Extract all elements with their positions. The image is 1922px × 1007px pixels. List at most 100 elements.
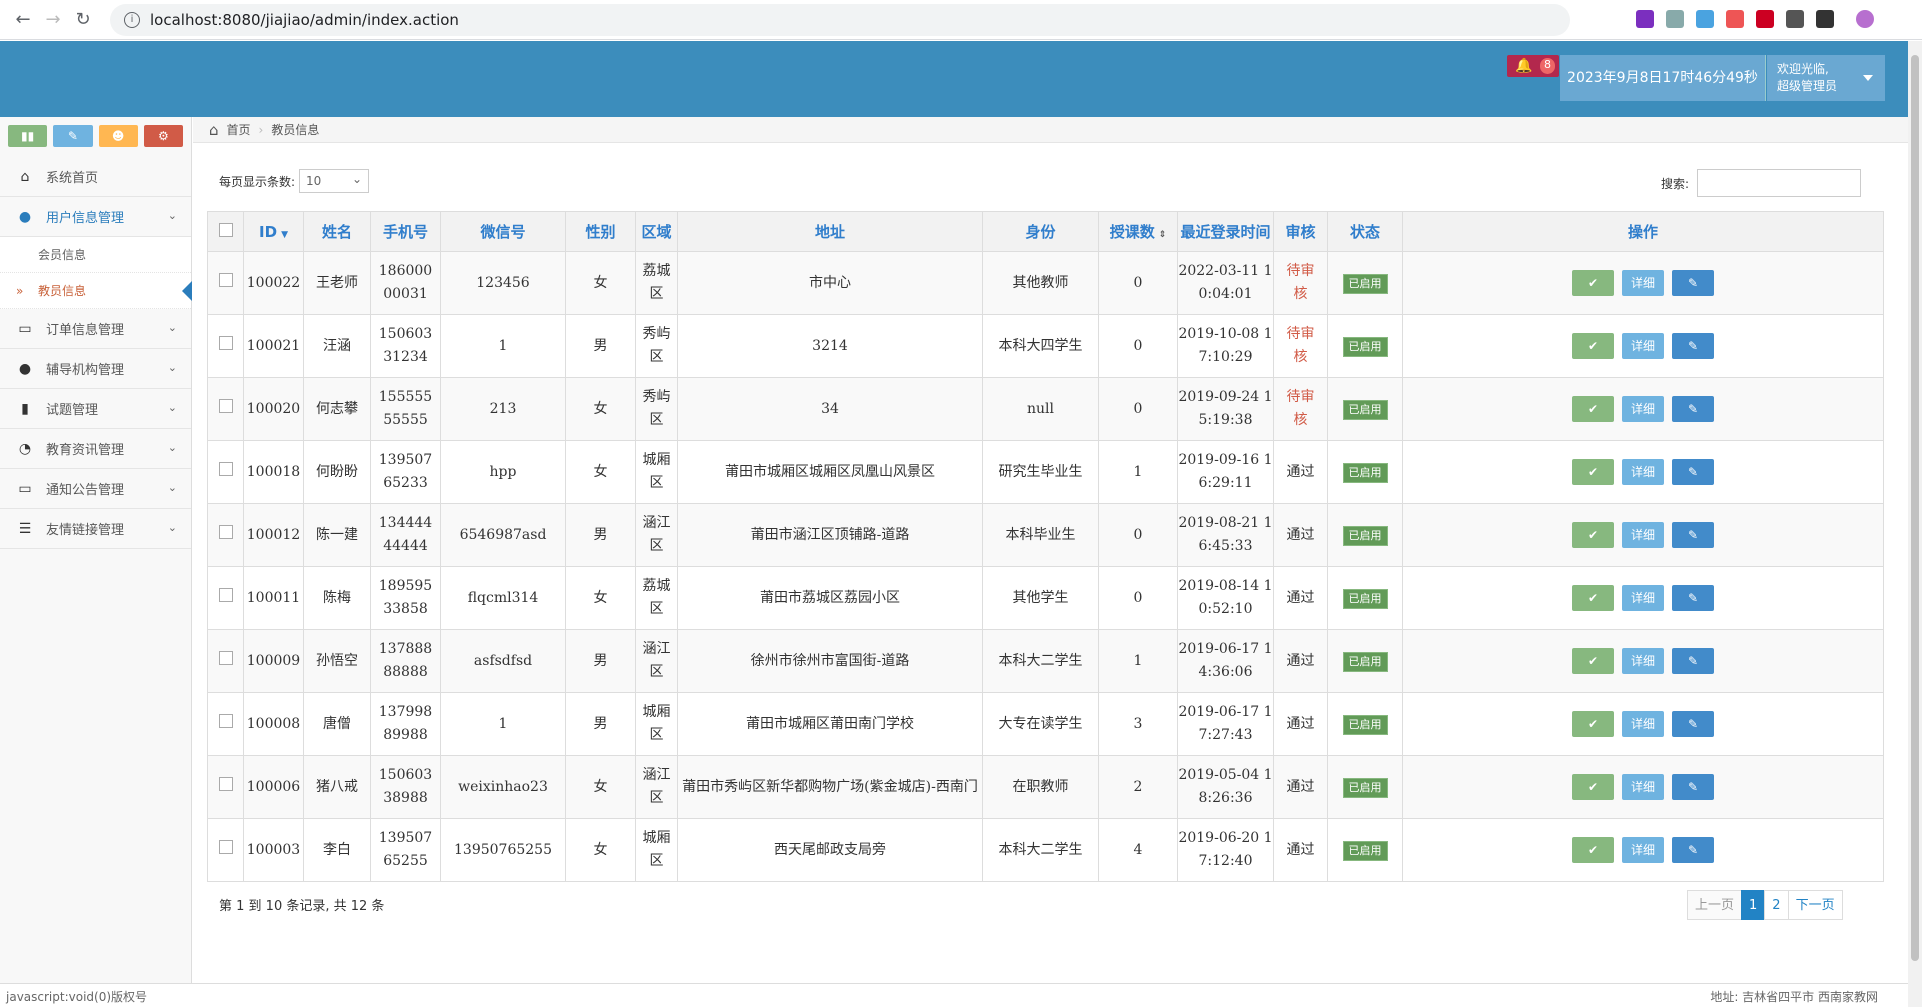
phone-cell: 189595 33858 (370, 566, 441, 630)
approve-button[interactable]: ✔ (1572, 774, 1614, 800)
page-button[interactable]: 1 (1741, 890, 1766, 920)
sidebar-item-questions[interactable]: ▮ 试题管理 ⌄ (0, 389, 191, 429)
row-checkbox[interactable] (218, 272, 233, 287)
extension-icon[interactable] (1666, 10, 1684, 28)
detail-button[interactable]: 详细 (1622, 522, 1664, 548)
reload-icon[interactable]: ↻ (68, 9, 98, 30)
status-cell: 已启用 (1327, 314, 1403, 378)
avatar[interactable] (1856, 10, 1874, 28)
row-checkbox[interactable] (218, 713, 233, 728)
approve-button[interactable]: ✔ (1572, 711, 1614, 737)
edit-button[interactable]: ✎ (1672, 648, 1714, 674)
sidebar-subitem-members[interactable]: 会员信息 (0, 237, 191, 273)
detail-button[interactable]: 详细 (1622, 711, 1664, 737)
column-header[interactable]: 授课数 ⇕ (1098, 211, 1178, 252)
approve-button[interactable]: ✔ (1572, 270, 1614, 296)
detail-button[interactable]: 详细 (1622, 585, 1664, 611)
edit-button[interactable]: ✎ (1672, 270, 1714, 296)
sidebar-item-notices[interactable]: ▭ 通知公告管理 ⌄ (0, 469, 191, 509)
extension-icon[interactable] (1696, 10, 1714, 28)
check-icon: ✔ (1587, 591, 1599, 605)
sidebar-item-news[interactable]: ◔ 教育资讯管理 ⌄ (0, 429, 191, 469)
sidebar-item-orders[interactable]: ▭ 订单信息管理 ⌄ (0, 309, 191, 349)
users-shortcut-button[interactable]: ☻ (98, 125, 138, 147)
address-cell: 徐州市徐州市富国街-道路 (677, 629, 983, 693)
identity-cell: 在职教师 (982, 755, 1099, 819)
address-bar[interactable]: i localhost:8080/jiajiao/admin/index.act… (110, 4, 1570, 36)
gender-cell: 男 (565, 629, 636, 693)
scrollbar-thumb[interactable] (1911, 55, 1919, 961)
page-button[interactable]: 2 (1764, 890, 1789, 920)
edit-button[interactable]: ✎ (1672, 837, 1714, 863)
actions-cell: ✔ 详细 ✎ (1402, 314, 1884, 378)
approve-button[interactable]: ✔ (1572, 522, 1614, 548)
row-checkbox[interactable] (218, 839, 233, 854)
search-input[interactable] (1697, 169, 1861, 197)
detail-button[interactable]: 详细 (1622, 396, 1664, 422)
row-checkbox[interactable] (218, 650, 233, 665)
detail-button[interactable]: 详细 (1622, 270, 1664, 296)
address-cell: 34 (677, 377, 983, 441)
actions-cell: ✔ 详细 ✎ (1402, 503, 1884, 567)
user-menu[interactable]: 欢迎光临, 超级管理员 (1767, 55, 1885, 101)
lessons-cell: 0 (1098, 314, 1178, 378)
extension-icon[interactable] (1756, 10, 1774, 28)
sidebar-item-institutions[interactable]: ● 辅导机构管理 ⌄ (0, 349, 191, 389)
extension-icon[interactable] (1726, 10, 1744, 28)
row-checkbox[interactable] (218, 587, 233, 602)
edit-button[interactable]: ✎ (1672, 774, 1714, 800)
edit-button[interactable]: ✎ (1672, 522, 1714, 548)
sidepanel-icon[interactable] (1816, 10, 1834, 28)
notifications-button[interactable]: 🔔 8 (1507, 55, 1559, 77)
column-header[interactable]: ID ▼ (243, 211, 304, 252)
select-all-checkbox[interactable] (218, 222, 233, 237)
detail-button[interactable]: 详细 (1622, 837, 1664, 863)
row-checkbox[interactable] (218, 776, 233, 791)
info-icon[interactable]: i (124, 12, 140, 28)
search-label: 搜索: (1660, 176, 1689, 191)
edit-button[interactable]: ✎ (1672, 459, 1714, 485)
area-cell: 荔城区 (635, 251, 678, 315)
row-checkbox[interactable] (218, 335, 233, 350)
footer-right: 地址: 吉林省四平市 西南家教网 (1710, 990, 1878, 1004)
row-checkbox[interactable] (218, 398, 233, 413)
sidebar-item-home[interactable]: ⌂ 系统首页 (0, 157, 191, 197)
id-cell: 100021 (243, 314, 304, 378)
sidebar-item-links[interactable]: ☰ 友情链接管理 ⌄ (0, 509, 191, 549)
puzzle-icon[interactable] (1786, 10, 1804, 28)
edit-button[interactable]: ✎ (1672, 585, 1714, 611)
approve-button[interactable]: ✔ (1572, 459, 1614, 485)
status-badge: 已启用 (1342, 273, 1388, 294)
edit-button[interactable]: ✎ (1672, 711, 1714, 737)
status-badge: 已启用 (1342, 399, 1388, 420)
approve-button[interactable]: ✔ (1572, 837, 1614, 863)
sidebar-item-user-info[interactable]: ● 用户信息管理 ⌄ (0, 197, 191, 237)
page-size-select[interactable]: 10 (299, 168, 370, 193)
edit-button[interactable]: ✎ (1672, 396, 1714, 422)
next-page-button[interactable]: 下一页 (1787, 890, 1843, 920)
detail-button[interactable]: 详细 (1622, 459, 1664, 485)
breadcrumb-home[interactable]: 首页 (227, 121, 251, 138)
chart-shortcut-button[interactable]: ▮▮ (8, 125, 48, 147)
approve-button[interactable]: ✔ (1572, 333, 1614, 359)
approve-button[interactable]: ✔ (1572, 396, 1614, 422)
address-cell: 3214 (677, 314, 983, 378)
identity-cell: 其他教师 (982, 251, 1099, 315)
extension-icon[interactable] (1636, 10, 1654, 28)
sidebar-subitem-teachers[interactable]: 教员信息 (0, 273, 192, 309)
cogs-shortcut-button[interactable]: ⚙ (143, 125, 183, 147)
row-checkbox[interactable] (218, 524, 233, 539)
edit-button[interactable]: ✎ (1672, 333, 1714, 359)
forward-icon[interactable]: → (38, 9, 68, 30)
detail-button[interactable]: 详细 (1622, 774, 1664, 800)
pencil-shortcut-button[interactable]: ✎ (53, 125, 93, 147)
row-checkbox[interactable] (218, 461, 233, 476)
scrollbar[interactable] (1908, 41, 1922, 1007)
home-icon: ⌂ (20, 168, 30, 185)
back-icon[interactable]: ← (8, 9, 38, 30)
approve-button[interactable]: ✔ (1572, 585, 1614, 611)
detail-button[interactable]: 详细 (1622, 333, 1664, 359)
approve-button[interactable]: ✔ (1572, 648, 1614, 674)
prev-page-button[interactable]: 上一页 (1687, 890, 1743, 920)
detail-button[interactable]: 详细 (1622, 648, 1664, 674)
